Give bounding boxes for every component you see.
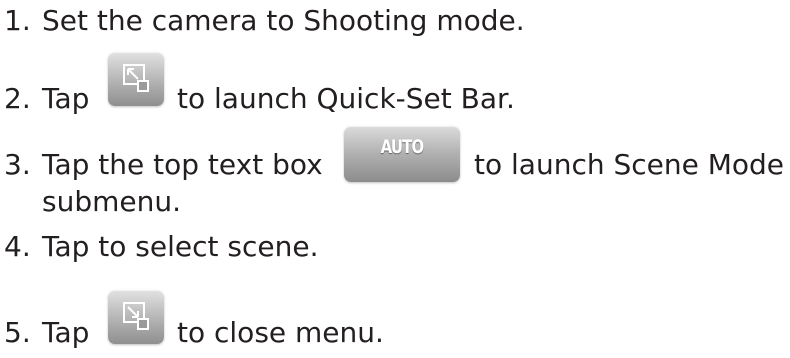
step-2: 2. Tap — [4, 82, 89, 116]
auto-button-label: AUTO — [380, 136, 424, 158]
step-3-continuation: submenu. — [42, 185, 181, 219]
step-4: 4. Tap to select scene. — [4, 230, 319, 264]
step-number: 1. — [4, 4, 31, 37]
quick-set-close-button[interactable] — [108, 290, 164, 344]
step-text-before: Tap the top text box — [42, 148, 323, 181]
step-5-after: to close menu. — [177, 316, 384, 350]
step-number: 2. — [4, 82, 31, 115]
step-text-before: Tap — [42, 82, 90, 115]
step-text-after: to launch Scene Mode — [474, 148, 785, 181]
step-number: 4. — [4, 230, 31, 263]
step-3-after: to launch Scene Mode — [474, 148, 784, 182]
quick-set-open-icon — [123, 64, 149, 92]
step-text-after: to launch Quick-Set Bar. — [177, 82, 515, 115]
step-text-after: to close menu. — [177, 316, 384, 349]
step-5: 5. Tap — [4, 316, 89, 350]
step-3: 3. Tap the top text box — [4, 148, 323, 182]
step-text: Tap to select scene. — [42, 230, 319, 263]
step-text-before: Tap — [42, 316, 90, 349]
step-number: 3. — [4, 148, 31, 181]
step-number: 5. — [4, 316, 31, 349]
quick-set-open-button[interactable] — [108, 52, 164, 106]
step-2-after: to launch Quick-Set Bar. — [177, 82, 515, 116]
step-1: 1. Set the camera to Shooting mode. — [4, 4, 525, 38]
step-text-continuation: submenu. — [42, 185, 182, 218]
scene-mode-auto-button[interactable]: AUTO — [344, 126, 460, 182]
quick-set-close-icon — [123, 302, 149, 330]
step-text: Set the camera to Shooting mode. — [42, 4, 525, 37]
